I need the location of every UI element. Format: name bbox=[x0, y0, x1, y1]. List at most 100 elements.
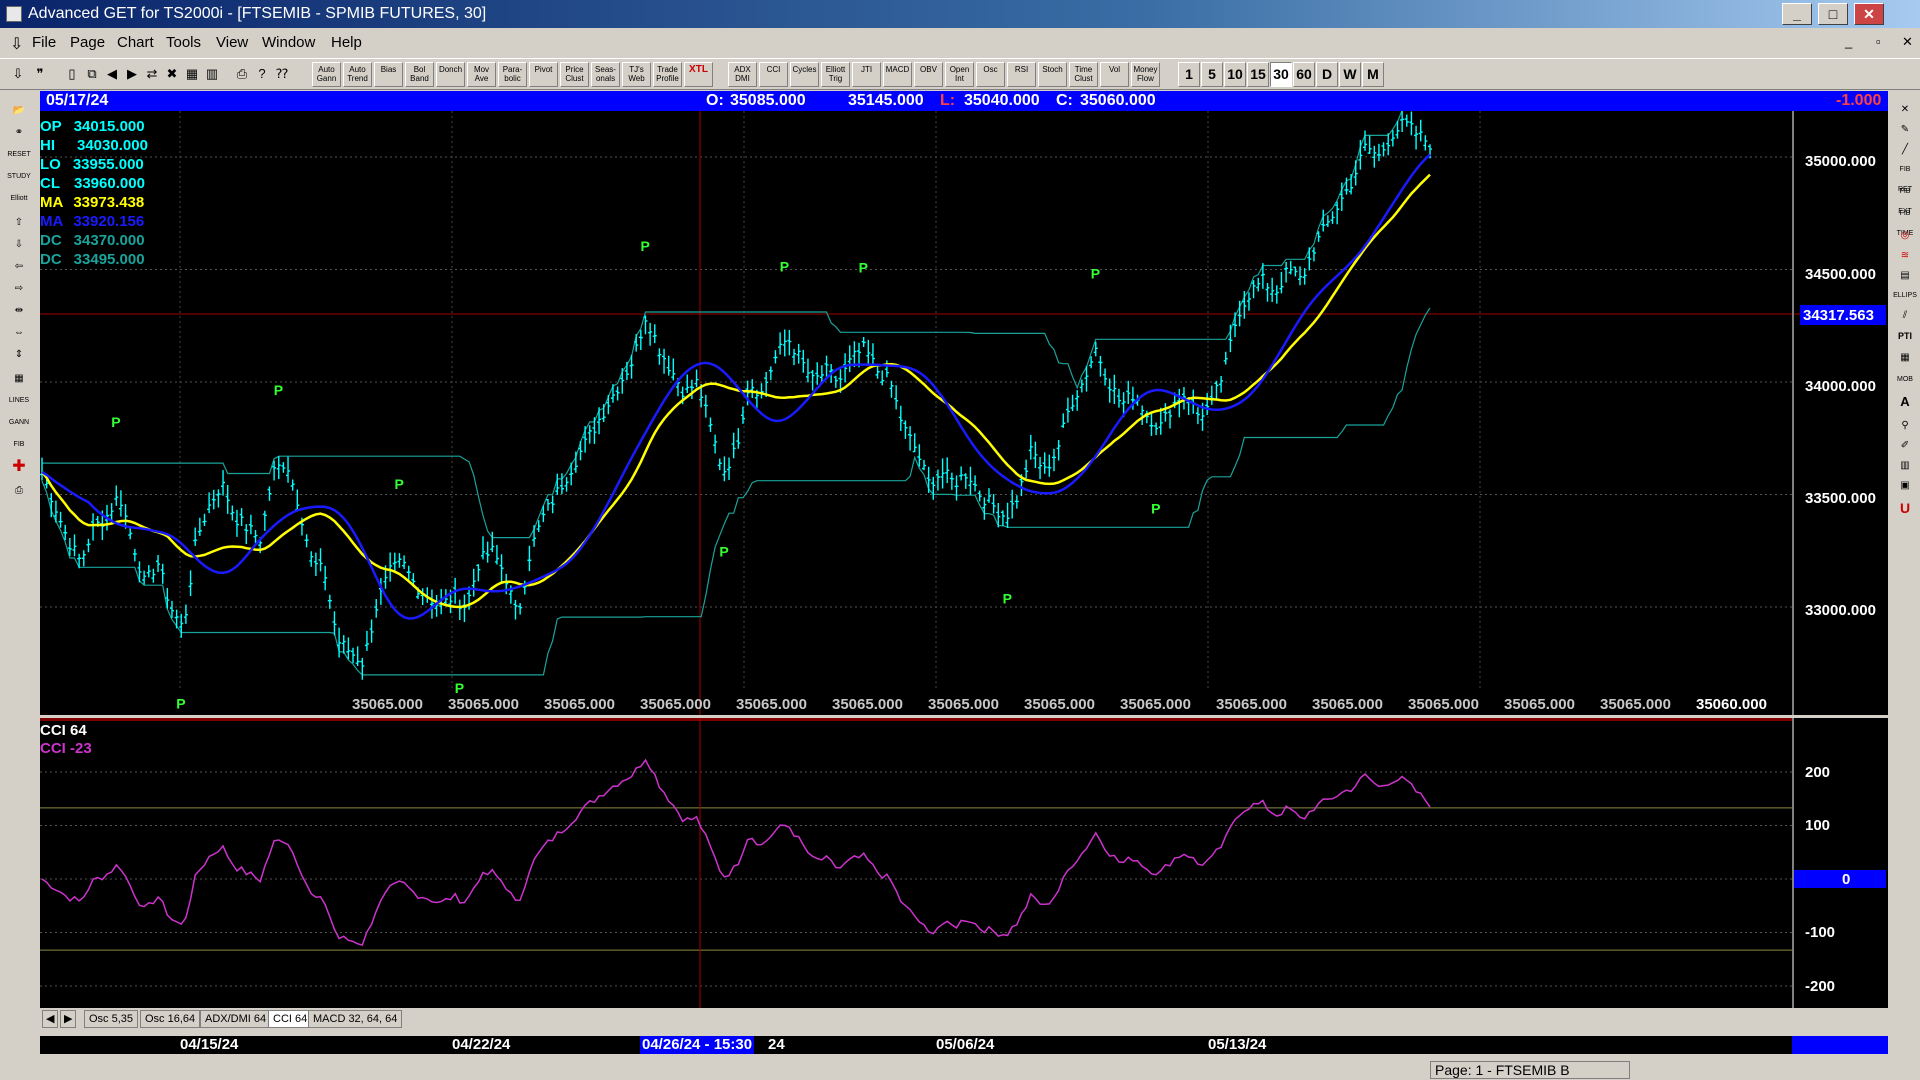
copy-icon[interactable]: ⧉ bbox=[82, 64, 102, 84]
cci-panel[interactable]: CCI 64 CCI -23 200 100 0 -100 -200 bbox=[40, 718, 1888, 1008]
tab-osc-5-35[interactable]: Osc 5,35 bbox=[84, 1010, 139, 1028]
box-tool-icon[interactable]: ▤ bbox=[1893, 266, 1917, 286]
study-stoch-button[interactable]: Stoch bbox=[1038, 62, 1067, 87]
grid-icon[interactable]: ▦ bbox=[182, 64, 202, 84]
timeframe-15-button[interactable]: 15 bbox=[1247, 62, 1269, 87]
ruler-tool-icon[interactable]: ▥ bbox=[1893, 456, 1917, 476]
tab-osc-16-64[interactable]: Osc 16,64 bbox=[140, 1010, 201, 1028]
study-xtl-button[interactable]: XTL bbox=[684, 62, 713, 87]
maximize-button[interactable]: □ bbox=[1818, 3, 1848, 25]
study-auto-gann-button[interactable]: Auto Gann bbox=[312, 62, 341, 87]
fib-icon[interactable]: FIB bbox=[4, 434, 34, 454]
pin-icon[interactable]: ⇩ bbox=[8, 64, 28, 84]
study-cci-button[interactable]: CCI bbox=[759, 62, 788, 87]
back-icon[interactable]: ◀ bbox=[102, 64, 122, 84]
mob-icon[interactable]: MOB bbox=[1893, 370, 1917, 390]
timeframe-daily-button[interactable]: D bbox=[1316, 62, 1338, 87]
arrows-icon[interactable]: ⇄ bbox=[142, 64, 162, 84]
study-obv-button[interactable]: OBV bbox=[914, 62, 943, 87]
study-seasonals-button[interactable]: Seas-onals bbox=[591, 62, 620, 87]
price-chart[interactable]: PPPPPPPPPPPPP OP34015.000 HI34030.000 LO… bbox=[40, 107, 1888, 754]
fib-ret-icon[interactable]: FIB RET bbox=[1893, 160, 1917, 193]
cci-chart[interactable]: CCI 64 CCI -23 200 100 0 -100 -200 bbox=[40, 718, 1888, 1008]
study-cycles-button[interactable]: Cycles bbox=[790, 62, 819, 87]
tab-macd[interactable]: MACD 32, 64, 64 bbox=[308, 1010, 403, 1028]
menu-window[interactable]: Window bbox=[262, 34, 315, 51]
timeframe-weekly-button[interactable]: W bbox=[1339, 62, 1361, 87]
study-auto-trend-button[interactable]: Auto Trend bbox=[343, 62, 372, 87]
menu-tools[interactable]: Tools bbox=[166, 34, 201, 51]
pencil-tool-icon[interactable]: ✎ bbox=[1893, 120, 1917, 140]
menu-page[interactable]: Page bbox=[70, 34, 105, 51]
minimize-button[interactable]: _ bbox=[1782, 3, 1812, 25]
print-tool-icon[interactable]: ⎙ bbox=[4, 480, 34, 500]
study-jti-button[interactable]: JTI bbox=[852, 62, 881, 87]
open-folder-icon[interactable]: 📂 bbox=[4, 100, 34, 120]
timeframe-60-button[interactable]: 60 bbox=[1293, 62, 1315, 87]
study-parabolic-button[interactable]: Para-bolic bbox=[498, 62, 527, 87]
reset-icon[interactable]: RESET bbox=[4, 144, 34, 164]
study-adx-dmi-button[interactable]: ADX DMI bbox=[728, 62, 757, 87]
binoculars-icon[interactable]: ⚭ bbox=[4, 122, 34, 142]
timeframe-10-button[interactable]: 10 bbox=[1224, 62, 1246, 87]
study-money-flow-button[interactable]: Money Flow bbox=[1131, 62, 1160, 87]
study-osc-button[interactable]: Osc bbox=[976, 62, 1005, 87]
study-rsi-button[interactable]: RSI bbox=[1007, 62, 1036, 87]
study-macd-button[interactable]: MACD bbox=[883, 62, 912, 87]
pti-icon[interactable]: PTI bbox=[1893, 326, 1917, 346]
grid-tool-icon[interactable]: ▦ bbox=[4, 368, 34, 388]
compress-y-icon[interactable]: ⇕ bbox=[4, 344, 34, 364]
zoom-tool-icon[interactable]: ⚲ bbox=[1893, 416, 1917, 436]
mdi-restore-button[interactable]: ▫ bbox=[1876, 34, 1881, 49]
trendline-tool-icon[interactable]: ╱ bbox=[1893, 140, 1917, 160]
mdi-close-button[interactable]: ✕ bbox=[1902, 34, 1913, 50]
fib-ext-icon[interactable]: FIB EXT bbox=[1893, 182, 1917, 215]
study-price-clust-button[interactable]: Price Clust bbox=[560, 62, 589, 87]
arrow-right-icon[interactable]: ⇨ bbox=[4, 278, 34, 298]
timeframe-30-button[interactable]: 30 bbox=[1270, 62, 1292, 87]
arrow-up-icon[interactable]: ⇧ bbox=[4, 212, 34, 232]
study-icon[interactable]: STUDY bbox=[4, 166, 34, 186]
ellipse-tool-icon[interactable]: ELLIPS bbox=[1893, 286, 1917, 306]
delete-icon[interactable]: ✖ bbox=[162, 64, 182, 84]
tab-scroll-right[interactable]: ▶ bbox=[60, 1010, 76, 1028]
study-elliott-trig-button[interactable]: Elliott Trig bbox=[821, 62, 850, 87]
compress-x-icon[interactable]: ⇹ bbox=[4, 300, 34, 320]
menu-chart[interactable]: Chart bbox=[117, 34, 154, 51]
book-tool-icon[interactable]: ▣ bbox=[1893, 476, 1917, 496]
table-tool-icon[interactable]: ▦ bbox=[1893, 348, 1917, 368]
crosshair-icon[interactable]: ✚ bbox=[4, 456, 34, 476]
menu-file[interactable]: File bbox=[32, 34, 56, 51]
fan-tool-icon[interactable]: ≋ bbox=[1893, 246, 1917, 266]
paint-tool-icon[interactable]: ✐ bbox=[1893, 436, 1917, 456]
timeframe-5-button[interactable]: 5 bbox=[1201, 62, 1223, 87]
study-bias-button[interactable]: Bias bbox=[374, 62, 403, 87]
arrow-down-icon[interactable]: ⇩ bbox=[4, 234, 34, 254]
timeframe-1-button[interactable]: 1 bbox=[1178, 62, 1200, 87]
arrow-left-icon[interactable]: ⇦ bbox=[4, 256, 34, 276]
study-time-clust-button[interactable]: Time Clust bbox=[1069, 62, 1098, 87]
spiral-tool-icon[interactable]: ◎ bbox=[1893, 226, 1917, 246]
mdi-minimize-button[interactable]: _ bbox=[1845, 34, 1852, 49]
menu-view[interactable]: View bbox=[216, 34, 248, 51]
study-trade-profile-button[interactable]: Trade Profile bbox=[653, 62, 682, 87]
forward-icon[interactable]: ▶ bbox=[122, 64, 142, 84]
study-mov-ave-button[interactable]: Mov Ave bbox=[467, 62, 496, 87]
study-bol-band-button[interactable]: Bol Band bbox=[405, 62, 434, 87]
tab-scroll-left[interactable]: ◀ bbox=[42, 1010, 58, 1028]
elliott-icon[interactable]: Elliott bbox=[4, 188, 34, 208]
price-chart-panel[interactable]: PPPPPPPPPPPPP OP34015.000 HI34030.000 LO… bbox=[40, 107, 1888, 754]
study-tjs-web-button[interactable]: TJ's Web bbox=[622, 62, 651, 87]
new-page-icon[interactable]: ▯ bbox=[62, 64, 82, 84]
quote-icon[interactable]: ❞ bbox=[30, 64, 50, 84]
help-icon[interactable]: ? bbox=[252, 64, 272, 84]
menu-help[interactable]: Help bbox=[331, 34, 362, 51]
magnet-tool-icon[interactable]: U bbox=[1893, 498, 1917, 518]
close-button[interactable]: ✕ bbox=[1854, 3, 1884, 25]
context-help-icon[interactable]: ⁇ bbox=[272, 64, 292, 84]
tab-cci-64[interactable]: CCI 64 bbox=[268, 1010, 313, 1028]
print-icon[interactable]: ⎙ bbox=[232, 64, 252, 84]
expand-x-icon[interactable]: ⇔ bbox=[4, 322, 34, 342]
timeframe-monthly-button[interactable]: M bbox=[1362, 62, 1384, 87]
chart-icon[interactable]: ▥ bbox=[202, 64, 222, 84]
